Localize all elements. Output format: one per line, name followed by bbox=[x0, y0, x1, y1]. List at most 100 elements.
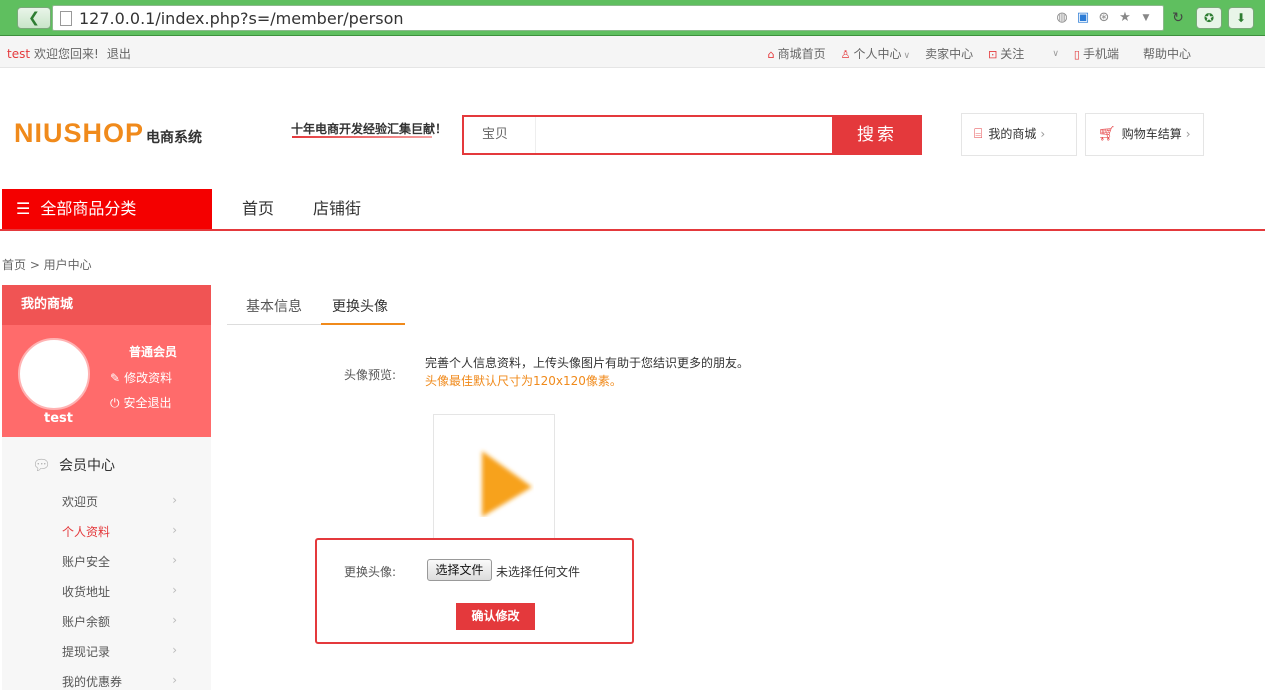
back-button[interactable]: ❮ bbox=[17, 7, 51, 29]
reload-button[interactable]: ↻ bbox=[1168, 7, 1188, 29]
top-link-label: 卖家中心 bbox=[925, 47, 974, 61]
sidebar-item-balance[interactable]: 账户余额 › bbox=[62, 613, 177, 630]
browser-toolbar: ❮ 127.0.0.1/index.php?s=/member/person ◍… bbox=[0, 0, 1265, 36]
welcome-area: test 欢迎您回来! 退出 bbox=[7, 45, 131, 62]
chevron-right-icon: › bbox=[1185, 127, 1191, 141]
top-link-user-center[interactable]: ♙ 个人中心 ∨ bbox=[841, 45, 910, 62]
chevron-right-icon: › bbox=[1040, 127, 1046, 141]
user-icon: ♙ bbox=[840, 48, 851, 61]
sidebar-profile: test 普通会员 ✎ 修改资料 ⏻ 安全退出 bbox=[2, 325, 211, 437]
preview-label: 头像预览: bbox=[344, 368, 397, 382]
sidebar-item-label: 个人资料 bbox=[62, 525, 111, 539]
all-categories-label: 全部商品分类 bbox=[40, 199, 137, 218]
sidebar-username: test bbox=[44, 411, 73, 426]
member-center-label: 会员中心 bbox=[59, 458, 116, 474]
member-level: 普通会员 bbox=[129, 345, 178, 359]
choose-file-button[interactable]: 选择文件 bbox=[427, 559, 492, 581]
pencil-icon: ✎ bbox=[110, 371, 121, 385]
site-logo[interactable]: NIUSHOP 电商系统 bbox=[14, 118, 202, 149]
active-tab-indicator bbox=[321, 323, 405, 325]
sidebar-item-welcome[interactable]: 欢迎页 › bbox=[62, 493, 177, 510]
phone-icon: ▯ bbox=[1073, 48, 1080, 61]
top-link-seller-center[interactable]: 卖家中心 bbox=[925, 45, 973, 62]
chat-bubbles-icon: 💬︎ bbox=[32, 456, 52, 474]
nav-item-shop-street[interactable]: 店铺街 bbox=[313, 189, 361, 229]
sidebar-item-coupons[interactable]: 我的优惠券 › bbox=[62, 673, 177, 690]
top-username[interactable]: test bbox=[7, 47, 30, 61]
main-nav: ☰ 全部商品分类 首页 店铺街 bbox=[0, 189, 1265, 231]
top-link-label: 帮助中心 bbox=[1142, 47, 1191, 61]
my-shop-button[interactable]: ⌸ 我的商城 › bbox=[961, 113, 1077, 156]
star-icon[interactable]: ★ bbox=[1116, 9, 1134, 27]
power-icon: ⏻ bbox=[110, 396, 120, 410]
home-icon: ⌂ bbox=[767, 48, 775, 61]
sidebar-item-label: 欢迎页 bbox=[62, 495, 99, 509]
sidebar-item-profile[interactable]: 个人资料 › bbox=[62, 523, 177, 540]
favorites-button[interactable]: ✪ bbox=[1196, 7, 1222, 29]
top-links: ⌂ 商城首页 ♙ 个人中心 ∨ 卖家中心 ⊡ 关注 ∨ ▯ 手机端 帮助中心 bbox=[753, 45, 1191, 62]
all-categories-button[interactable]: ☰ 全部商品分类 bbox=[2, 189, 212, 229]
sidebar-item-address[interactable]: 收货地址 › bbox=[62, 583, 177, 600]
confirm-button[interactable]: 确认修改 bbox=[456, 603, 535, 630]
top-info-bar: test 欢迎您回来! 退出 ⌂ 商城首页 ♙ 个人中心 ∨ 卖家中心 ⊡ 关注 ∨ ▯ 手机… bbox=[0, 36, 1265, 68]
cart-button[interactable]: 🛒︎ 购物车结算 › bbox=[1085, 113, 1204, 156]
top-link-label: 个人中心 bbox=[853, 47, 902, 61]
follow-icon: ⊡ bbox=[988, 48, 998, 61]
top-link-dropdown[interactable]: ∨ bbox=[1050, 45, 1059, 62]
sidebar-item-label: 收货地址 bbox=[62, 585, 111, 599]
sidebar-item-withdraw[interactable]: 提现记录 › bbox=[62, 643, 177, 660]
chevron-down-icon: ∨ bbox=[903, 51, 911, 61]
edit-profile-link[interactable]: ✎ 修改资料 bbox=[110, 369, 172, 386]
cart-icon: 🛒︎ bbox=[1098, 126, 1116, 142]
page-icon bbox=[60, 11, 72, 26]
member-center-title: 💬︎ 会员中心 bbox=[32, 455, 115, 475]
address-bar[interactable]: 127.0.0.1/index.php?s=/member/person ◍ ▣… bbox=[52, 5, 1164, 31]
sidebar-menu: 💬︎ 会员中心 欢迎页 › 个人资料 › 账户安全 › 收货地址 › 账户余额 › 提现记录… bbox=[2, 437, 211, 690]
sidebar-item-security[interactable]: 账户安全 › bbox=[62, 553, 177, 570]
top-link-follow[interactable]: ⊡ 关注 bbox=[988, 45, 1024, 62]
chevron-right-icon: › bbox=[172, 553, 177, 567]
top-link-label: 关注 bbox=[1000, 47, 1025, 61]
tab-basic-info[interactable]: 基本信息 bbox=[246, 296, 302, 316]
top-link-home[interactable]: ⌂ 商城首页 bbox=[768, 45, 826, 62]
url-text[interactable]: 127.0.0.1/index.php?s=/member/person bbox=[79, 9, 404, 28]
nav-item-home[interactable]: 首页 bbox=[242, 189, 274, 229]
change-avatar-label: 更换头像: bbox=[344, 565, 397, 579]
chevron-right-icon: › bbox=[172, 493, 177, 507]
sidebar-item-label: 提现记录 bbox=[62, 645, 111, 659]
top-link-help[interactable]: 帮助中心 bbox=[1143, 45, 1191, 62]
compass-icon[interactable]: ⊛ bbox=[1095, 9, 1113, 27]
chevron-down-icon[interactable]: ▼ bbox=[1137, 9, 1155, 27]
cart-label: 购物车结算 bbox=[1121, 127, 1182, 141]
upload-form: 更换头像: 选择文件 未选择任何文件 确认修改 bbox=[315, 538, 634, 644]
store-icon: ⌸ bbox=[974, 126, 983, 142]
reload-icon: ↻ bbox=[1172, 10, 1184, 26]
download-button[interactable]: ⬇ bbox=[1228, 7, 1254, 29]
sidebar-title: 我的商城 bbox=[2, 285, 211, 325]
search-input[interactable] bbox=[536, 117, 832, 153]
my-shop-label: 我的商城 bbox=[988, 127, 1037, 141]
slogan-underline bbox=[292, 136, 432, 138]
back-arrow-icon: ❮ bbox=[28, 10, 40, 26]
top-link-label: 商城首页 bbox=[777, 47, 826, 61]
slogan: 十年电商开发经验汇集巨献！ bbox=[291, 122, 448, 136]
avatar-size-hint: 头像最佳默认尺寸为120x120像素。 bbox=[425, 374, 622, 388]
search-type-selector[interactable]: 宝贝 bbox=[464, 117, 536, 153]
safe-logout-label: 安全退出 bbox=[123, 396, 172, 410]
avatar-preview bbox=[433, 414, 555, 544]
safe-logout-link[interactable]: ⏻ 安全退出 bbox=[110, 394, 172, 411]
search-button[interactable]: 搜索 bbox=[832, 115, 922, 155]
chevron-down-icon: ∨ bbox=[1052, 49, 1059, 59]
extension-icon[interactable]: ▣ bbox=[1074, 9, 1092, 27]
top-logout-link[interactable]: 退出 bbox=[107, 47, 131, 61]
avatar-info-text: 完善个人信息资料，上传头像图片有助于您结识更多的朋友。 bbox=[425, 356, 750, 370]
top-link-label: 手机端 bbox=[1082, 47, 1119, 61]
top-link-mobile[interactable]: ▯ 手机端 bbox=[1074, 45, 1119, 62]
edit-profile-label: 修改资料 bbox=[124, 371, 173, 385]
logo-sub-text: 电商系统 bbox=[146, 130, 203, 146]
menu-icon: ☰ bbox=[16, 199, 31, 218]
tab-change-avatar[interactable]: 更换头像 bbox=[332, 296, 388, 316]
globe-icon[interactable]: ◍ bbox=[1053, 9, 1071, 27]
download-icon: ⬇ bbox=[1235, 11, 1247, 25]
breadcrumb[interactable]: 首页 > 用户中心 bbox=[2, 256, 92, 273]
